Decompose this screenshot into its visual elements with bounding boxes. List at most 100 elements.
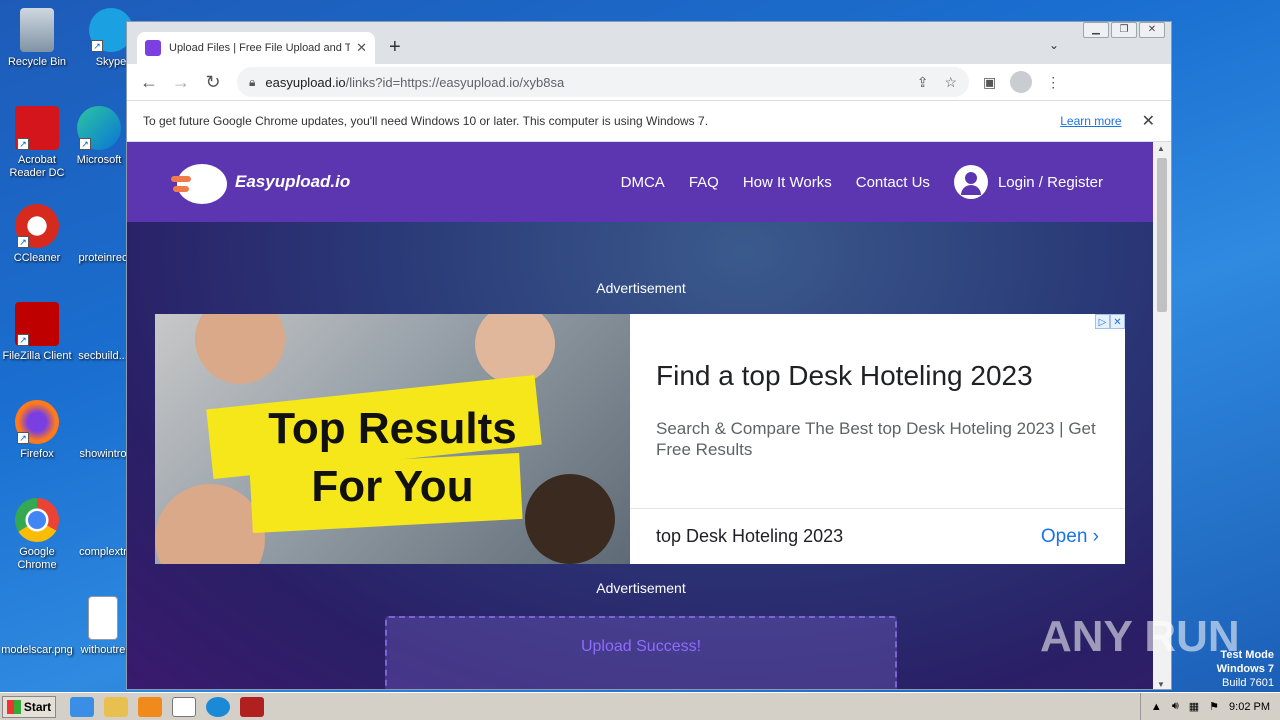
- share-icon[interactable]: ⇪: [917, 74, 929, 91]
- edge-icon: ↗: [77, 106, 121, 150]
- desktop-icon-chrome[interactable]: Google Chrome: [0, 498, 74, 572]
- browser-tab[interactable]: Upload Files | Free File Upload and T ✕: [137, 32, 375, 64]
- bookmark-star-icon[interactable]: ☆: [944, 74, 957, 91]
- scroll-down-arrow-icon[interactable]: ▼: [1157, 680, 1165, 689]
- desktop-icon-recycle-bin[interactable]: Recycle Bin: [0, 8, 74, 69]
- ad-open-button[interactable]: Open ›: [1041, 526, 1099, 548]
- login-register-link[interactable]: Login / Register: [953, 165, 1103, 199]
- start-button[interactable]: Start: [2, 695, 56, 718]
- adchoices-play-icon[interactable]: ▷: [1095, 314, 1110, 329]
- page-scrollbar[interactable]: ▲ ▼: [1153, 142, 1171, 689]
- app-taskbar-icon[interactable]: [240, 696, 264, 717]
- tab-close-icon[interactable]: ✕: [356, 40, 367, 56]
- back-button[interactable]: ←: [133, 72, 165, 93]
- desktop-icon-label: Skype: [95, 56, 127, 68]
- infobar-close-icon[interactable]: ✕: [1142, 111, 1155, 131]
- explorer-taskbar-icon[interactable]: [104, 696, 128, 717]
- learn-more-link[interactable]: Learn more: [1060, 114, 1121, 128]
- nav-contact-us[interactable]: Contact Us: [856, 174, 930, 191]
- ad-image[interactable]: Top Results For You: [155, 314, 630, 564]
- advertisement-label: Advertisement: [596, 280, 686, 296]
- ad-image-text: For You: [311, 462, 474, 511]
- file-icon: [81, 302, 125, 346]
- acrobat-icon: ↗: [15, 106, 59, 150]
- close-window-button[interactable]: ✕: [1139, 22, 1165, 38]
- desktop-icon-label: FileZilla Client: [2, 350, 72, 362]
- edge-taskbar-icon[interactable]: [206, 696, 230, 717]
- system-tray: ▲ 🔊︎ ▦ ⚑ 9:02 PM: [1139, 693, 1280, 720]
- minimize-button[interactable]: ▁: [1083, 22, 1109, 38]
- chrome-taskbar-icon[interactable]: [172, 696, 196, 717]
- ccleaner-icon: ↗: [15, 204, 59, 248]
- desktop-icon-label: CCleaner: [13, 252, 61, 264]
- desktop-icon-filezilla[interactable]: ↗ FileZilla Client: [0, 302, 74, 363]
- advertisement-label: Advertisement: [596, 580, 686, 596]
- site-nav: DMCA FAQ How It Works Contact Us Login /…: [621, 142, 1103, 222]
- address-bar[interactable]: 🔒︎ easyupload.io/links?id=https://easyup…: [237, 67, 969, 97]
- logo-text: Easyupload.io: [235, 172, 351, 191]
- desktop-icon-label: secbuild...: [78, 350, 128, 362]
- clock[interactable]: 9:02 PM: [1229, 701, 1270, 713]
- ad-title[interactable]: Find a top Desk Hoteling 2023: [656, 360, 1033, 392]
- tab-title: Upload Files | Free File Upload and T: [169, 42, 351, 54]
- restore-button[interactable]: ❐: [1111, 22, 1137, 38]
- word-doc-icon: [88, 596, 118, 640]
- ie-taskbar-icon[interactable]: [70, 696, 94, 717]
- chevron-right-icon: ›: [1092, 525, 1099, 547]
- desktop-icon-label: Google Chrome: [17, 546, 57, 571]
- ad-close-icon[interactable]: ✕: [1110, 314, 1125, 329]
- file-icon: [81, 498, 125, 542]
- filezilla-icon: ↗: [15, 302, 59, 346]
- desktop-icon-label: Recycle Bin: [7, 56, 67, 68]
- taskbar-apps: [70, 696, 264, 717]
- media-player-taskbar-icon[interactable]: [138, 696, 162, 717]
- ad-image-text: Top Results: [268, 404, 517, 453]
- nav-how-it-works[interactable]: How It Works: [743, 174, 832, 191]
- scroll-up-arrow-icon[interactable]: ▲: [1157, 144, 1165, 153]
- side-panel-icon[interactable]: ▣: [983, 74, 996, 91]
- profile-avatar-icon[interactable]: [1010, 71, 1033, 93]
- easyupload-favicon-icon: [145, 40, 161, 56]
- volume-icon[interactable]: 🔊︎: [1172, 700, 1179, 713]
- window-controls: ▁ ❐ ✕: [1083, 22, 1165, 38]
- url-domain: easyupload.io: [265, 74, 346, 90]
- tray-expand-icon[interactable]: ▲: [1151, 701, 1162, 713]
- chrome-icon: [15, 498, 59, 542]
- network-icon[interactable]: ▦: [1189, 700, 1199, 713]
- menu-kebab-icon[interactable]: ⋮: [1046, 74, 1060, 91]
- desktop-icon-ccleaner[interactable]: ↗ CCleaner: [0, 204, 74, 265]
- url-text: easyupload.io/links?id=https://easyuploa…: [265, 75, 900, 90]
- url-path: /links?id=https://easyupload.io/xyb8sa: [345, 74, 565, 90]
- action-center-flag-icon[interactable]: ⚑: [1209, 700, 1219, 713]
- nav-faq[interactable]: FAQ: [689, 174, 719, 191]
- upload-result-box: Upload Success!: [385, 616, 897, 689]
- ad-footer: top Desk Hoteling 2023 Open ›: [630, 508, 1125, 564]
- desktop-icon-png[interactable]: modelscar.png: [0, 596, 74, 657]
- desktop-icon-edge[interactable]: ↗ Microsoft: [62, 106, 136, 167]
- desktop-icon-label: complextr: [79, 546, 127, 558]
- desktop-icon-label: Firefox: [20, 448, 54, 460]
- ad-body: Find a top Desk Hoteling 2023 Search & C…: [630, 314, 1125, 564]
- test-mode-line: Test Mode: [1220, 649, 1274, 661]
- tab-search-chevron-icon[interactable]: ⌄: [1049, 38, 1059, 52]
- ad-banner[interactable]: Top Results For You Find a top Desk Hote…: [155, 314, 1125, 564]
- scrollbar-thumb[interactable]: [1157, 158, 1167, 312]
- reload-button[interactable]: ↻: [197, 72, 229, 93]
- file-icon: [81, 400, 125, 444]
- anyrun-watermark: ANY RUN: [1040, 612, 1240, 661]
- infobar-message: To get future Google Chrome updates, you…: [143, 114, 709, 128]
- test-mode-line: Windows 7: [1216, 663, 1274, 675]
- cloud-logo-icon: [171, 156, 231, 208]
- login-label: Login / Register: [997, 173, 1103, 191]
- ad-person-shape: [475, 314, 555, 384]
- site-header: Easyupload.io DMCA FAQ How It Works Cont…: [127, 142, 1155, 222]
- forward-button[interactable]: →: [165, 72, 197, 93]
- start-label: Start: [23, 699, 52, 714]
- adchoices[interactable]: ▷ ✕: [1095, 314, 1125, 329]
- browser-toolbar: ← → ↻ 🔒︎ easyupload.io/links?id=https://…: [127, 64, 1171, 100]
- site-logo[interactable]: Easyupload.io: [171, 156, 350, 208]
- desktop-icon-label: modelscar.png: [1, 644, 73, 656]
- new-tab-button[interactable]: +: [389, 36, 401, 59]
- desktop-icon-firefox[interactable]: ↗ Firefox: [0, 400, 74, 461]
- nav-dmca[interactable]: DMCA: [621, 174, 665, 191]
